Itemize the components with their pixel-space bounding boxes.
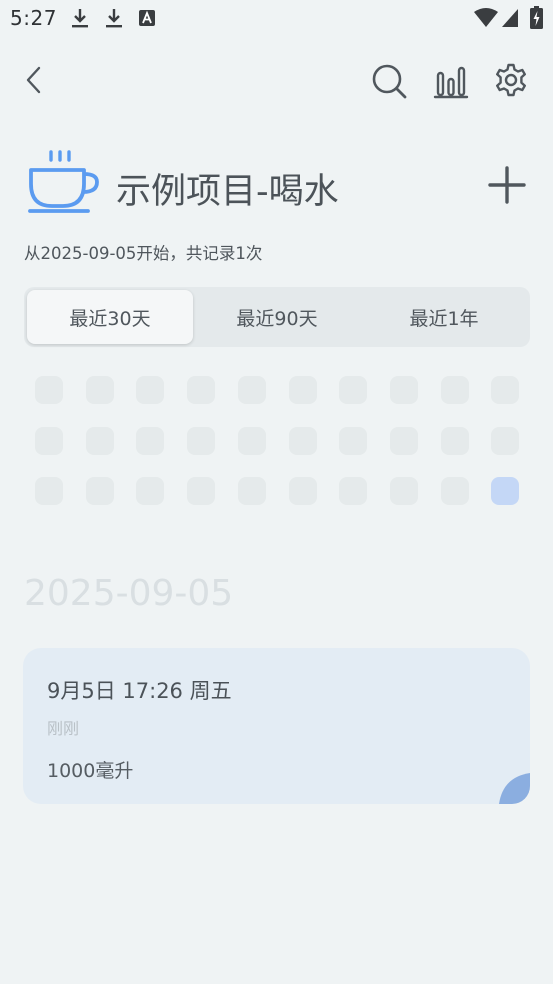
search-button[interactable] bbox=[368, 60, 410, 102]
heatmap-cell bbox=[389, 426, 418, 455]
range-tabs: 最近30天 最近90天 最近1年 bbox=[24, 287, 530, 347]
heatmap-cell bbox=[440, 477, 469, 505]
heatmap-cell bbox=[187, 477, 216, 505]
tab-recent-1-year[interactable]: 最近1年 bbox=[361, 290, 527, 344]
heatmap-cell bbox=[339, 426, 368, 455]
heatmap-cell-recorded bbox=[491, 477, 520, 505]
heatmap-cell bbox=[389, 376, 418, 404]
heatmap-cell bbox=[288, 426, 317, 455]
project-summary: 从2025-09-05开始，共记录1次 bbox=[24, 244, 263, 263]
heatmap-cell bbox=[339, 376, 368, 404]
heatmap-cell bbox=[389, 477, 418, 505]
heatmap-cell bbox=[237, 426, 266, 455]
page-fold-icon bbox=[499, 773, 530, 804]
heatmap-cell bbox=[85, 477, 114, 505]
back-button[interactable] bbox=[16, 60, 52, 100]
heatmap-cell bbox=[491, 376, 520, 404]
record-amount: 1000毫升 bbox=[47, 760, 134, 782]
tab-recent-30-days[interactable]: 最近30天 bbox=[27, 290, 193, 344]
status-bar: 5:27 bbox=[0, 0, 553, 36]
heatmap-cell bbox=[237, 477, 266, 505]
heatmap-cell bbox=[339, 477, 368, 505]
heatmap-cell bbox=[136, 376, 165, 404]
wifi-icon bbox=[474, 8, 498, 32]
bar-chart-icon bbox=[433, 66, 469, 99]
heatmap-cell bbox=[85, 426, 114, 455]
gear-icon bbox=[496, 63, 526, 97]
heatmap-cell bbox=[35, 477, 63, 505]
date-heading: 2025-09-05 bbox=[24, 573, 234, 614]
record-relative-time: 刚刚 bbox=[47, 719, 80, 738]
heatmap-cell bbox=[491, 426, 520, 455]
add-record-button[interactable] bbox=[484, 162, 530, 208]
heatmap-cell bbox=[187, 376, 216, 404]
text-notification-icon bbox=[138, 9, 156, 31]
heatmap-cell bbox=[136, 477, 165, 505]
battery-icon bbox=[530, 6, 543, 33]
back-arrow-icon bbox=[26, 66, 41, 94]
record-card[interactable]: 9月5日 17:26 周五 刚刚 1000毫升 bbox=[23, 648, 530, 804]
heatmap-cell bbox=[440, 426, 469, 455]
heatmap-cell bbox=[136, 426, 165, 455]
heatmap-cell bbox=[187, 426, 216, 455]
heatmap-cell bbox=[288, 376, 317, 404]
download-icon bbox=[70, 7, 90, 33]
heatmap-cell bbox=[35, 376, 63, 404]
project-title: 示例项目-喝水 bbox=[116, 172, 339, 212]
project-icon bbox=[26, 150, 100, 216]
settings-button[interactable] bbox=[490, 59, 532, 101]
heatmap-cell bbox=[440, 376, 469, 404]
search-icon bbox=[372, 64, 407, 99]
plus-icon bbox=[488, 166, 526, 204]
tab-recent-90-days[interactable]: 最近90天 bbox=[194, 290, 360, 344]
record-time: 9月5日 17:26 周五 bbox=[47, 679, 232, 703]
heatmap-cell bbox=[288, 477, 317, 505]
signal-icon bbox=[501, 8, 519, 32]
statistics-button[interactable] bbox=[430, 60, 472, 102]
coffee-cup-icon bbox=[28, 150, 99, 213]
heatmap-cell bbox=[237, 376, 266, 404]
download-icon bbox=[104, 7, 124, 33]
status-time: 5:27 bbox=[10, 6, 57, 30]
heatmap-cell bbox=[85, 376, 114, 404]
heatmap-cell bbox=[35, 426, 63, 455]
